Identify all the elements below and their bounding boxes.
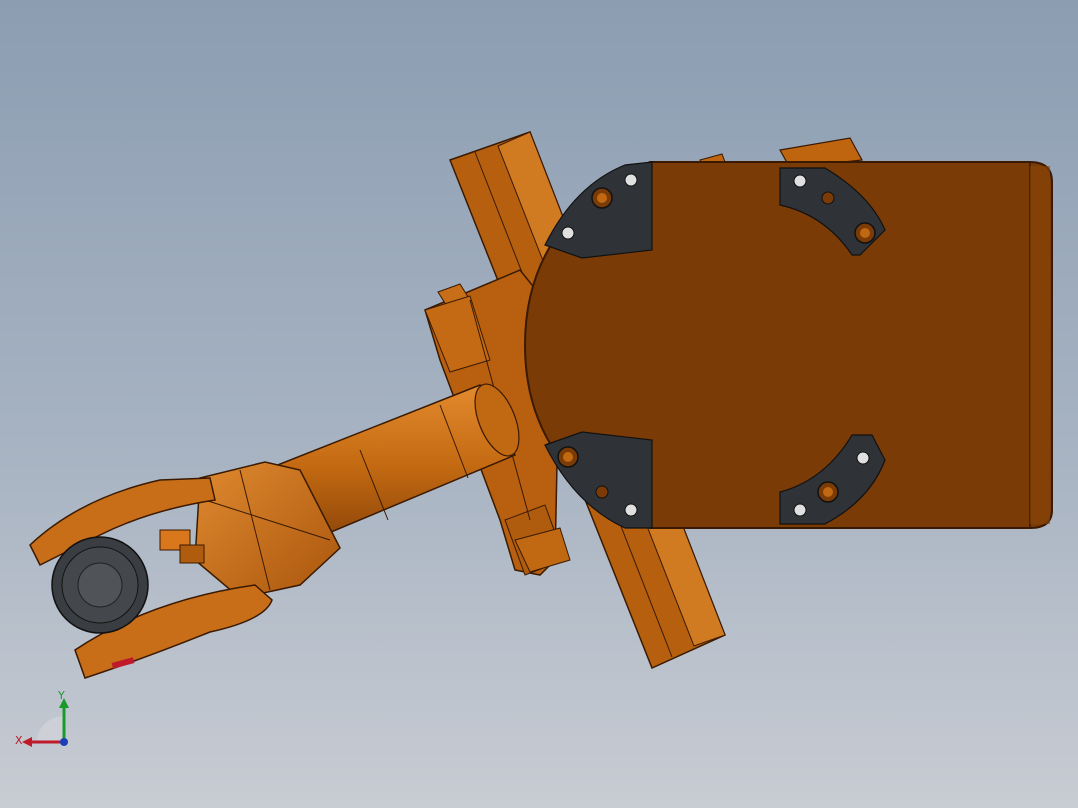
tool-flange[interactable] [51, 536, 149, 634]
mounting-plate-top-left [544, 161, 653, 259]
3d-viewport[interactable]: X Y [0, 0, 1078, 808]
triad-x-label: X [15, 734, 23, 747]
coordinate-triad: X Y [15, 689, 69, 747]
triad-z-axis [60, 738, 68, 746]
triad-y-label: Y [57, 689, 65, 702]
robot-arm-model[interactable] [0, 0, 1078, 808]
